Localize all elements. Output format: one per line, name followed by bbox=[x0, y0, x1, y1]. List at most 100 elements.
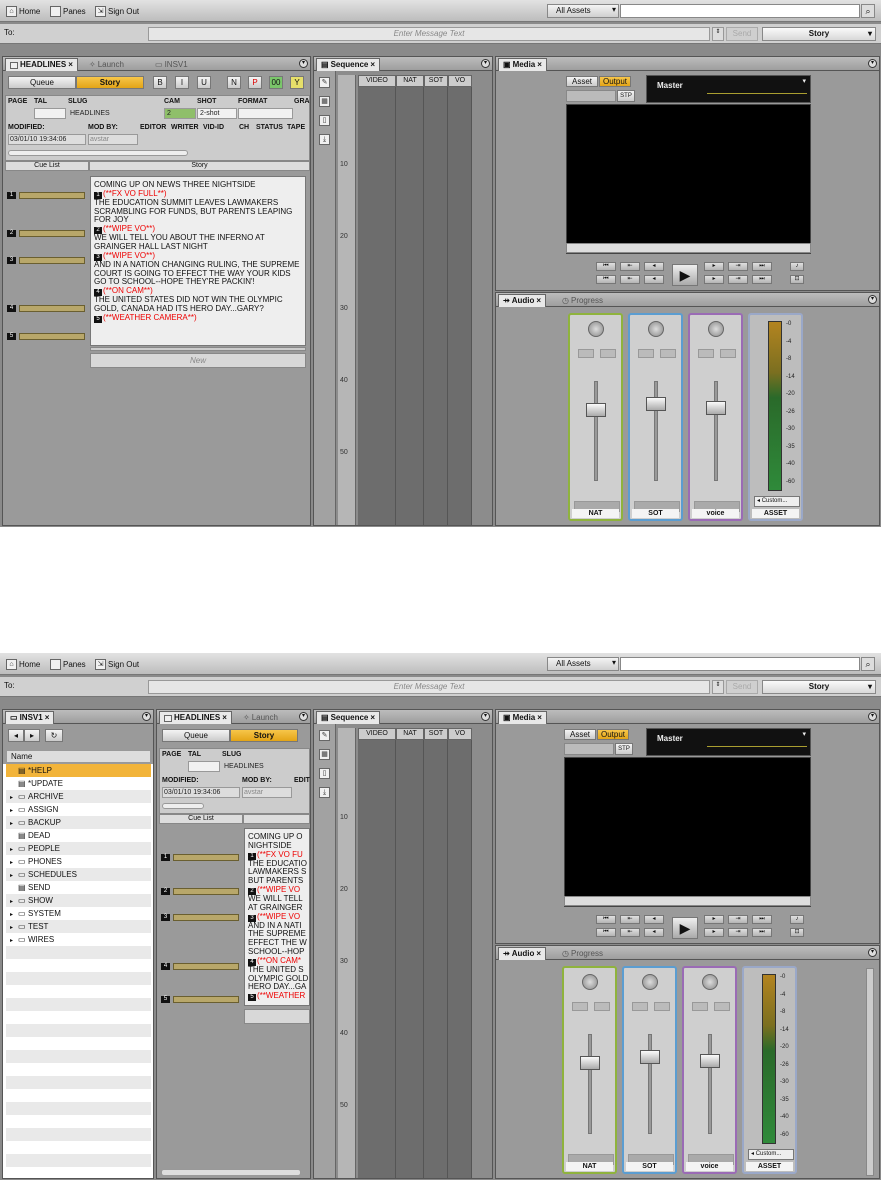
solo-button[interactable] bbox=[698, 349, 714, 358]
pan-knob-icon[interactable] bbox=[708, 321, 724, 337]
chevron-down-icon[interactable]: ▾ bbox=[802, 77, 806, 85]
pan-knob-icon[interactable] bbox=[588, 321, 604, 337]
solo-button[interactable] bbox=[632, 1002, 648, 1011]
scrub-bar[interactable] bbox=[566, 243, 811, 253]
play-icon[interactable]: ▶ bbox=[672, 917, 698, 939]
volume-fader[interactable] bbox=[586, 403, 606, 417]
step-forward-icon[interactable]: ⇥ bbox=[728, 915, 748, 924]
send-button[interactable]: Send bbox=[726, 680, 758, 694]
highlight-button[interactable]: Y bbox=[290, 76, 304, 89]
tab-sequence[interactable]: ▤ Sequence × bbox=[316, 58, 381, 71]
tab-audio[interactable]: ⇸ Audio × bbox=[498, 947, 547, 960]
step-forward-icon[interactable]: ⇥ bbox=[728, 262, 748, 271]
panel-menu-icon[interactable]: ▾ bbox=[142, 712, 151, 721]
tab-insv1[interactable]: ▭ INSV1 bbox=[151, 58, 192, 71]
cue-item[interactable]: 1 bbox=[3, 191, 87, 200]
directory-item[interactable]: ▤ SEND bbox=[6, 881, 151, 894]
rewind-icon[interactable]: ◂ bbox=[644, 275, 664, 284]
assets-dropdown[interactable]: All Assets ▾ bbox=[547, 657, 619, 671]
step-forward-icon[interactable]: ⇥ bbox=[728, 928, 748, 937]
directory-item[interactable]: ▤ DEAD bbox=[6, 829, 151, 842]
queue-button[interactable]: Queue bbox=[162, 729, 230, 742]
close-icon[interactable]: × bbox=[370, 59, 375, 71]
cam-field[interactable]: 2 bbox=[164, 108, 196, 119]
close-icon[interactable]: × bbox=[68, 59, 73, 71]
step-forward-icon[interactable]: ⇥ bbox=[728, 275, 748, 284]
directory-item[interactable]: ▸ ▭ SHOW bbox=[6, 894, 151, 907]
tab-sequence[interactable]: ▤ Sequence × bbox=[316, 711, 381, 724]
close-icon[interactable]: × bbox=[537, 59, 542, 71]
story-dropdown[interactable]: Story ▾ bbox=[762, 27, 876, 41]
edit-icon[interactable]: ✎ bbox=[319, 77, 330, 88]
trash-icon[interactable]: ▯ bbox=[319, 115, 330, 126]
cue-item[interactable]: 4 bbox=[3, 304, 87, 313]
panel-menu-icon[interactable]: ▾ bbox=[299, 712, 308, 721]
solo-button[interactable] bbox=[578, 349, 594, 358]
tab-launch[interactable]: ✧ Launch bbox=[85, 58, 128, 71]
message-input[interactable]: Enter Message Text bbox=[148, 680, 710, 694]
format-field[interactable] bbox=[238, 108, 293, 119]
refresh-button[interactable]: ↻ bbox=[45, 729, 63, 742]
stepper-icon[interactable]: ⇕ bbox=[712, 27, 724, 41]
slug-field[interactable]: HEADLINES bbox=[224, 763, 264, 770]
sequence-track[interactable] bbox=[448, 740, 472, 1178]
tal-field[interactable] bbox=[188, 761, 220, 772]
skip-start-icon[interactable]: ⏮ bbox=[596, 915, 616, 924]
skip-start-icon[interactable]: ⏮ bbox=[596, 928, 616, 937]
panel-menu-icon[interactable]: ▾ bbox=[868, 59, 877, 68]
sign-out-button[interactable]: ⇲ Sign Out bbox=[95, 4, 139, 18]
normal-button[interactable]: N bbox=[227, 76, 241, 89]
volume-fader[interactable] bbox=[700, 1054, 720, 1068]
send-button[interactable]: Send bbox=[726, 27, 758, 41]
skip-end-icon[interactable]: ⏭ bbox=[752, 275, 772, 284]
timecode-field[interactable] bbox=[564, 743, 614, 755]
mute-button[interactable] bbox=[594, 1002, 610, 1011]
solo-button[interactable] bbox=[692, 1002, 708, 1011]
rewind-icon[interactable]: ◂ bbox=[644, 915, 664, 924]
cue-item[interactable]: 1 bbox=[157, 853, 241, 862]
slug-field[interactable]: HEADLINES bbox=[70, 110, 110, 117]
panel-menu-icon[interactable]: ▾ bbox=[299, 59, 308, 68]
tab-progress[interactable]: ◷ Progress bbox=[558, 294, 607, 307]
horizontal-scrollbar[interactable] bbox=[161, 1169, 301, 1176]
tab-launch[interactable]: ✧ Launch bbox=[239, 711, 282, 724]
search-input[interactable] bbox=[620, 657, 860, 671]
timecode-field[interactable] bbox=[566, 90, 616, 102]
step-back-icon[interactable]: ⇤ bbox=[620, 928, 640, 937]
panel-menu-icon[interactable]: ▾ bbox=[868, 295, 877, 304]
new-story-button[interactable] bbox=[244, 1009, 310, 1024]
edit-icon[interactable]: ✎ bbox=[319, 730, 330, 741]
directory-item[interactable]: ▤ *HELP bbox=[6, 764, 151, 777]
search-input[interactable] bbox=[620, 4, 860, 18]
output-button[interactable]: Output bbox=[599, 76, 631, 87]
volume-fader[interactable] bbox=[706, 401, 726, 415]
fast-forward-icon[interactable]: ▸ bbox=[704, 928, 724, 937]
rewind-icon[interactable]: ◂ bbox=[644, 262, 664, 271]
italic-button[interactable]: I bbox=[175, 76, 189, 89]
download-icon[interactable]: ⤓ bbox=[319, 787, 330, 798]
forward-button[interactable]: ▸ bbox=[24, 729, 40, 742]
solo-button[interactable] bbox=[638, 349, 654, 358]
vertical-scrollbar[interactable] bbox=[866, 968, 874, 1176]
rewind-icon[interactable]: ◂ bbox=[644, 928, 664, 937]
tab-progress[interactable]: ◷ Progress bbox=[558, 947, 607, 960]
volume-fader[interactable] bbox=[646, 397, 666, 411]
film-icon[interactable]: ▦ bbox=[319, 749, 330, 760]
stp-button[interactable]: STP bbox=[617, 90, 635, 102]
search-icon[interactable]: ⌕ bbox=[861, 4, 875, 18]
directory-item[interactable]: ▸ ▭ WIRES bbox=[6, 933, 151, 946]
panel-menu-icon[interactable]: ▾ bbox=[868, 712, 877, 721]
panel-menu-icon[interactable]: ▾ bbox=[481, 59, 490, 68]
sequence-track[interactable] bbox=[358, 87, 396, 525]
pan-knob-icon[interactable] bbox=[642, 974, 658, 990]
new-story-button[interactable]: New bbox=[90, 353, 306, 368]
tab-headlines[interactable]: HEADLINES × bbox=[5, 58, 78, 71]
fast-forward-icon[interactable]: ▸ bbox=[704, 915, 724, 924]
output-button[interactable]: Output bbox=[597, 729, 629, 740]
scrub-bar[interactable] bbox=[564, 896, 811, 906]
sequence-track[interactable] bbox=[448, 87, 472, 525]
volume-icon[interactable]: ♪ bbox=[790, 915, 804, 924]
skip-end-icon[interactable]: ⏭ bbox=[752, 928, 772, 937]
assets-dropdown[interactable]: All Assets ▾ bbox=[547, 4, 619, 18]
pan-knob-icon[interactable] bbox=[582, 974, 598, 990]
